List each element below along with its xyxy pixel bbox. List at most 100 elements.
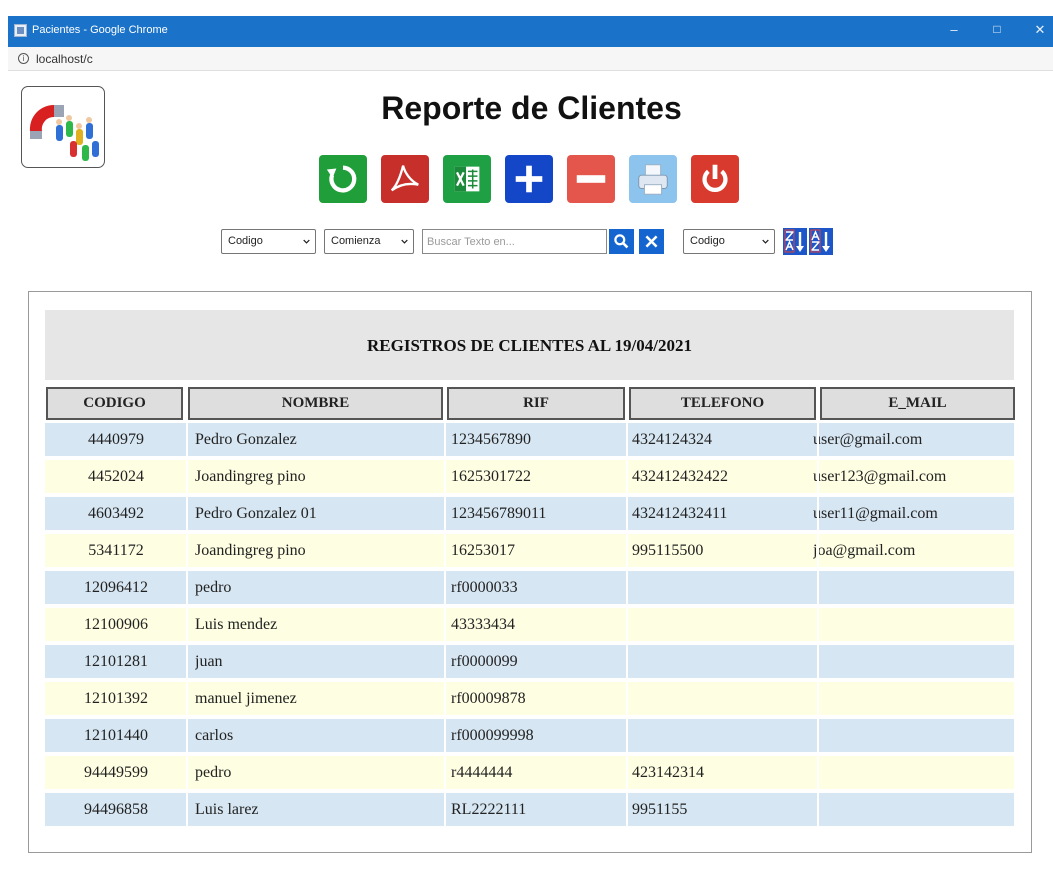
table-row[interactable]: 4452024 Joandingreg pino 1625301722 4324… <box>45 460 1014 493</box>
pdf-button[interactable] <box>381 155 429 203</box>
print-button[interactable] <box>629 155 677 203</box>
cell-codigo: 12101440 <box>84 727 148 744</box>
cell-email: user11@gmail.com <box>813 505 938 522</box>
cell-rif: rf0000033 <box>451 579 518 596</box>
cell-telefono <box>632 682 814 715</box>
address-bar[interactable]: i localhost/c <box>8 47 1053 71</box>
clear-search-button[interactable] <box>639 229 664 254</box>
cell-telefono: 423142314 <box>632 764 704 781</box>
cell-rif: 43333434 <box>451 616 515 633</box>
table-row[interactable]: 12101281 juan rf0000099 <box>45 645 1014 678</box>
plus-icon <box>515 165 543 193</box>
mode-select[interactable]: Comienza <box>324 229 414 254</box>
table-row[interactable]: 12096412 pedro rf0000033 <box>45 571 1014 604</box>
cell-rif: r4444444 <box>451 764 513 781</box>
column-divider <box>817 423 819 833</box>
refresh-button[interactable] <box>319 155 367 203</box>
cell-email: user123@gmail.com <box>813 468 947 485</box>
search-button[interactable] <box>609 229 634 254</box>
cell-telefono: 4324124324 <box>632 431 712 448</box>
cell-nombre: juan <box>195 653 223 670</box>
chevron-down-icon <box>303 239 310 244</box>
cell-rif: rf00009878 <box>451 690 526 707</box>
search-input[interactable] <box>422 229 607 254</box>
add-button[interactable] <box>505 155 553 203</box>
table-row[interactable]: 12101440 carlos rf000099998 <box>45 719 1014 752</box>
table-row[interactable]: 4603492 Pedro Gonzalez 01 123456789011 4… <box>45 497 1014 530</box>
cell-rif: rf000099998 <box>451 727 534 744</box>
sort-descending-button[interactable] <box>783 228 807 255</box>
chevron-down-icon <box>762 239 769 244</box>
cell-telefono <box>632 608 814 641</box>
cell-rif: 1625301722 <box>451 468 531 485</box>
chevron-down-icon <box>401 239 408 244</box>
excel-icon <box>454 166 480 192</box>
cell-email <box>813 719 1013 752</box>
mode-select-value: Comienza <box>331 235 381 247</box>
cell-nombre: Luis larez <box>195 801 259 818</box>
info-icon[interactable]: i <box>18 53 29 64</box>
table-row[interactable]: 94449599 pedro r4444444 423142314 <box>45 756 1014 789</box>
table-row[interactable]: 12100906 Luis mendez 43333434 <box>45 608 1014 641</box>
exit-button[interactable] <box>691 155 739 203</box>
table-row[interactable]: 4440979 Pedro Gonzalez 1234567890 432412… <box>45 423 1014 456</box>
power-icon <box>702 164 728 193</box>
close-icon[interactable]: ✕ <box>1032 22 1048 38</box>
maximize-icon[interactable]: □ <box>989 22 1005 36</box>
column-header-telefono[interactable]: TELEFONO <box>629 387 816 420</box>
column-header-rif[interactable]: RIF <box>447 387 625 420</box>
cell-codigo: 12100906 <box>84 616 148 633</box>
cell-rif: 123456789011 <box>451 505 547 522</box>
order-select[interactable]: Codigo <box>683 229 775 254</box>
sort-ascending-button[interactable] <box>809 228 833 255</box>
cell-email <box>813 793 1013 826</box>
cell-telefono: 432412432422 <box>632 468 728 485</box>
field-select-value: Codigo <box>228 235 263 247</box>
pdf-icon <box>390 165 419 192</box>
field-select[interactable]: Codigo <box>221 229 316 254</box>
cell-nombre: Joandingreg pino <box>195 468 306 485</box>
column-divider <box>626 423 628 833</box>
window-titlebar: Pacientes - Google Chrome – □ ✕ <box>8 16 1053 47</box>
search-icon <box>614 234 629 249</box>
column-divider <box>444 423 446 833</box>
minimize-icon[interactable]: – <box>946 22 962 37</box>
excel-button[interactable] <box>443 155 491 203</box>
cell-nombre: Joandingreg pino <box>195 542 306 559</box>
cell-rif: rf0000099 <box>451 653 518 670</box>
table-row[interactable]: 5341172 Joandingreg pino 16253017 995115… <box>45 534 1014 567</box>
cell-email <box>813 756 1013 789</box>
cell-codigo: 12096412 <box>84 579 148 596</box>
table-row[interactable]: 94496858 Luis larez RL2222111 9951155 <box>45 793 1014 826</box>
printer-icon <box>638 164 668 195</box>
cell-telefono: 432412432411 <box>632 505 728 522</box>
cell-nombre: pedro <box>195 579 232 596</box>
minus-icon <box>576 175 606 183</box>
report-header: REGISTROS DE CLIENTES AL 19/04/2021 <box>45 310 1014 380</box>
app-icon <box>14 24 27 37</box>
cell-telefono: 995115500 <box>632 542 704 559</box>
cell-nombre: pedro <box>195 764 232 781</box>
table-row[interactable]: 12101392 manuel jimenez rf00009878 <box>45 682 1014 715</box>
column-header-nombre[interactable]: NOMBRE <box>188 387 443 420</box>
cell-telefono <box>632 645 814 678</box>
cell-codigo: 4603492 <box>88 505 144 522</box>
column-header-codigo[interactable]: CODIGO <box>46 387 183 420</box>
cell-email: joa@gmail.com <box>813 542 916 559</box>
order-select-value: Codigo <box>690 235 725 247</box>
column-divider <box>186 423 188 833</box>
cell-codigo: 12101281 <box>84 653 148 670</box>
sort-descending-icon <box>784 229 804 253</box>
cell-email <box>813 571 1013 604</box>
remove-button[interactable] <box>567 155 615 203</box>
sort-ascending-icon <box>810 229 830 253</box>
column-header-email[interactable]: E_MAIL <box>820 387 1015 420</box>
cell-nombre: manuel jimenez <box>195 690 297 707</box>
report-heading: REGISTROS DE CLIENTES AL 19/04/2021 <box>367 336 692 355</box>
cell-nombre: Pedro Gonzalez 01 <box>195 505 317 522</box>
cell-nombre: carlos <box>195 727 234 744</box>
page-title: Reporte de Clientes <box>381 90 682 126</box>
cell-codigo: 94496858 <box>84 801 148 818</box>
cell-codigo: 12101392 <box>84 690 148 707</box>
url-text[interactable]: localhost/c <box>36 52 93 66</box>
